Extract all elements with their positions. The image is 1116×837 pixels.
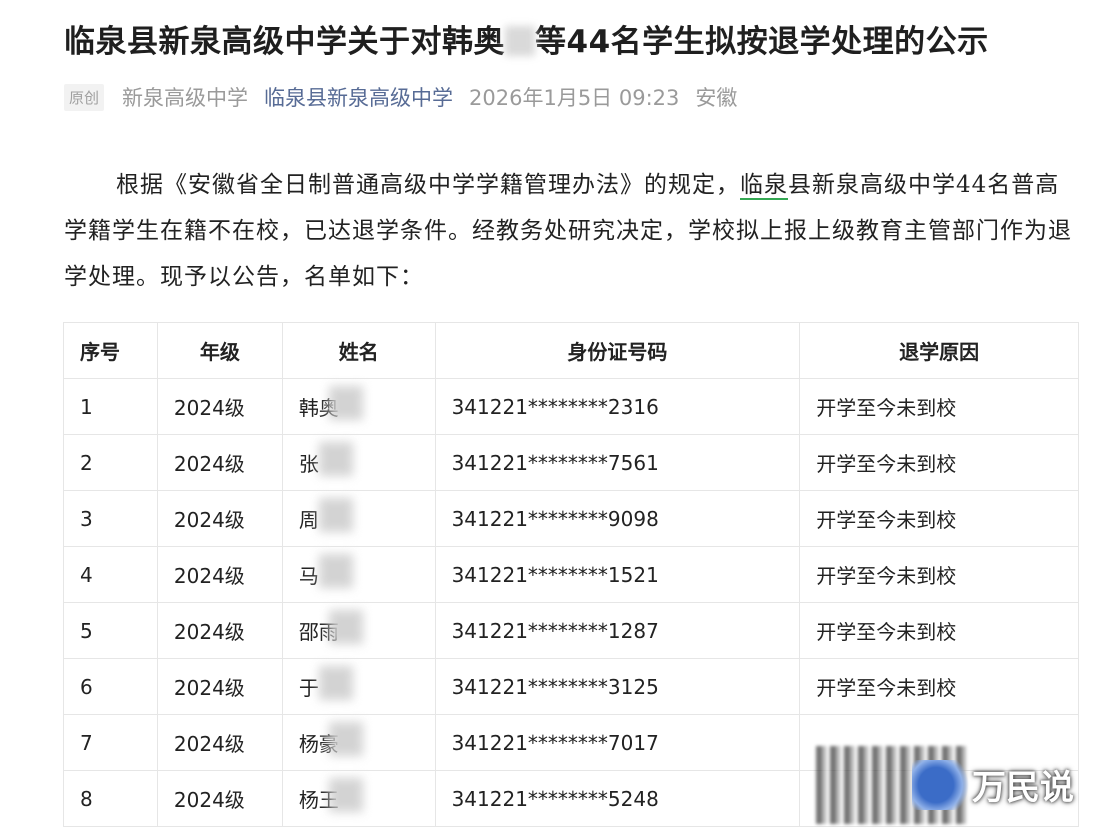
name-blur-mask	[328, 722, 363, 756]
cell-no: 5	[63, 602, 158, 659]
account-link[interactable]: 临泉县新泉高级中学	[264, 82, 453, 112]
cell-name: 韩奥	[281, 378, 436, 435]
cell-grade: 2024级	[156, 770, 283, 827]
name-blur-mask	[318, 554, 353, 588]
name-blur-mask	[328, 386, 363, 420]
cell-reason	[799, 770, 1079, 827]
cell-reason: 开学至今未到校	[799, 434, 1079, 491]
table-row: 2 2024级 张 341221********7561 开学至今未到校	[63, 434, 1079, 491]
cell-name: 杨王	[281, 770, 436, 827]
student-name: 于	[298, 676, 319, 700]
cell-name: 张	[281, 434, 436, 491]
header-id: 身份证号码	[434, 322, 801, 379]
header-reason: 退学原因	[799, 322, 1079, 379]
cell-no: 8	[63, 770, 158, 827]
cell-reason: 开学至今未到校	[799, 378, 1079, 435]
cell-name: 周	[281, 490, 436, 547]
cell-grade: 2024级	[156, 546, 283, 603]
header-no: 序号	[63, 322, 158, 379]
cell-reason: 开学至今未到校	[799, 602, 1079, 659]
title-text-start: 临泉县新泉高级中学关于对韩奥	[64, 24, 505, 60]
highlighted-keyword[interactable]: 临泉	[740, 172, 788, 200]
cell-id: 341221********7561	[434, 434, 801, 491]
cell-grade: 2024级	[156, 658, 283, 715]
cell-no: 2	[63, 434, 158, 491]
student-name: 张	[298, 452, 319, 476]
table-row: 6 2024级 于 341221********3125 开学至今未到校	[63, 658, 1079, 715]
cell-id: 341221********1287	[434, 602, 801, 659]
cell-name: 杨豪	[281, 714, 436, 771]
name-blur-mask	[318, 666, 353, 700]
cell-grade: 2024级	[156, 434, 283, 491]
title-text-end: 等44名学生拟按退学处理的公示	[535, 24, 989, 60]
author-name: 新泉高级中学	[122, 86, 249, 110]
table-row: 5 2024级 邵雨 341221********1287 开学至今未到校	[63, 602, 1079, 659]
article-meta: 原创 新泉高级中学 临泉县新泉高级中学 2026年1月5日 09:23 安徽	[64, 82, 737, 112]
cell-no: 6	[63, 658, 158, 715]
cell-no: 4	[63, 546, 158, 603]
cell-grade: 2024级	[156, 714, 283, 771]
student-table: 序号 年级 姓名 身份证号码 退学原因 1 2024级 韩奥 341221***…	[63, 322, 1079, 827]
cell-reason: 开学至今未到校	[799, 546, 1079, 603]
cell-grade: 2024级	[156, 378, 283, 435]
name-blur-mask	[328, 610, 363, 644]
cell-id: 341221********7017	[434, 714, 801, 771]
cell-reason	[799, 714, 1079, 771]
cell-reason: 开学至今未到校	[799, 490, 1079, 547]
name-blur-mask	[318, 442, 353, 476]
cell-grade: 2024级	[156, 490, 283, 547]
cell-id: 341221********5248	[434, 770, 801, 827]
student-name: 马	[298, 564, 319, 588]
cell-grade: 2024级	[156, 602, 283, 659]
body-text-1: 根据《安徽省全日制普通高级中学学籍管理办法》的规定，	[116, 172, 740, 198]
name-blur-mask	[318, 498, 353, 532]
cell-no: 7	[63, 714, 158, 771]
header-grade: 年级	[156, 322, 283, 379]
student-name: 周	[298, 508, 319, 532]
article-body: 根据《安徽省全日制普通高级中学学籍管理办法》的规定，临泉县新泉高级中学44名普高…	[64, 162, 1082, 300]
cell-id: 341221********2316	[434, 378, 801, 435]
article-title: 临泉县新泉高级中学关于对韩奥 等44名学生拟按退学处理的公示	[64, 16, 989, 61]
cell-name: 邵雨	[281, 602, 436, 659]
table-row: 1 2024级 韩奥 341221********2316 开学至今未到校	[63, 378, 1079, 435]
cell-name: 马	[281, 546, 436, 603]
header-name: 姓名	[281, 322, 436, 379]
name-blur-mask	[328, 778, 363, 812]
original-badge: 原创	[64, 83, 105, 111]
cell-id: 341221********1521	[434, 546, 801, 603]
table-row: 3 2024级 周 341221********9098 开学至今未到校	[63, 490, 1079, 547]
table-row: 8 2024级 杨王 341221********5248	[63, 770, 1079, 827]
table-row: 7 2024级 杨豪 341221********7017	[63, 714, 1079, 771]
cell-id: 341221********9098	[434, 490, 801, 547]
cell-no: 1	[63, 378, 158, 435]
cell-reason: 开学至今未到校	[799, 658, 1079, 715]
cell-no: 3	[63, 490, 158, 547]
redacted-name-mask	[505, 26, 535, 56]
publish-date: 2026年1月5日 09:23	[469, 86, 680, 110]
cell-name: 于	[281, 658, 436, 715]
cell-id: 341221********3125	[434, 658, 801, 715]
table-header-row: 序号 年级 姓名 身份证号码 退学原因	[63, 322, 1079, 379]
publish-location: 安徽	[695, 86, 738, 110]
table-row: 4 2024级 马 341221********1521 开学至今未到校	[63, 546, 1079, 603]
